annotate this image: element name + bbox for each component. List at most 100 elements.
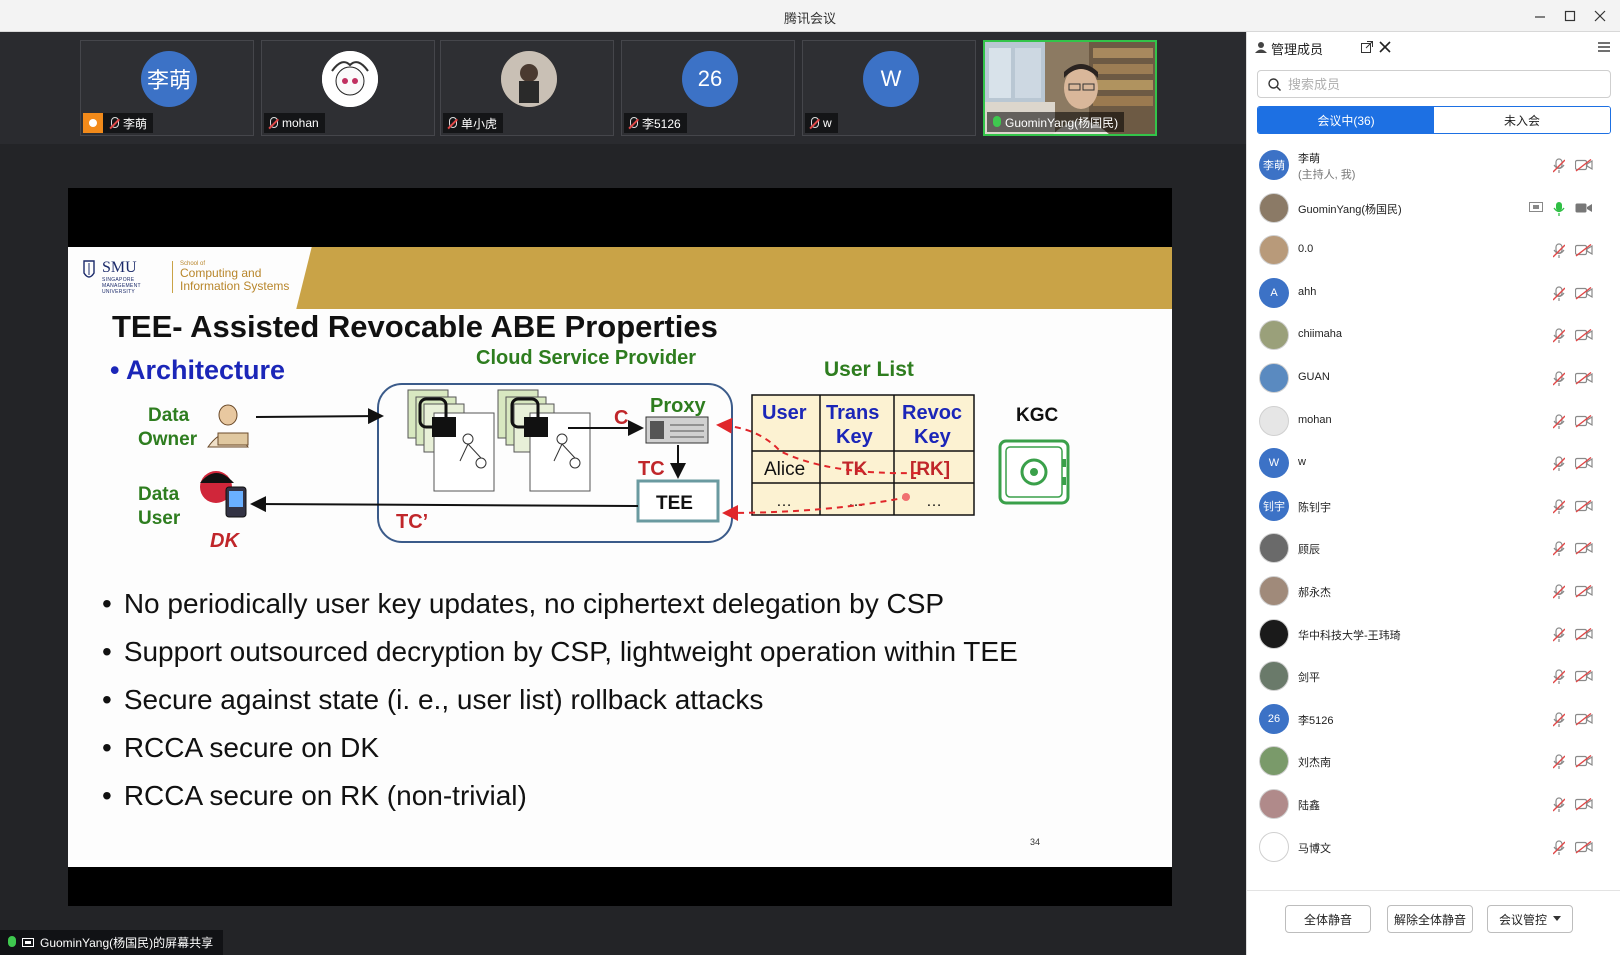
member-row[interactable]: 钊宇 陈钊宇: [1247, 485, 1620, 529]
camera-off-icon[interactable]: [1575, 840, 1593, 854]
mic-on-icon[interactable]: [1553, 201, 1565, 217]
camera-off-icon[interactable]: [1575, 414, 1593, 428]
camera-off-icon[interactable]: [1575, 329, 1593, 342]
member-row[interactable]: 华中科技大学-王玮琦: [1247, 613, 1620, 657]
member-row[interactable]: 26 李5126: [1247, 698, 1620, 742]
mic-muted-icon[interactable]: [1553, 456, 1565, 472]
tile-name: GuominYang(杨国民): [1005, 115, 1119, 130]
mic-muted-icon[interactable]: [1553, 626, 1565, 643]
camera-off-icon[interactable]: [1575, 499, 1593, 513]
avatar: [1259, 320, 1289, 351]
camera-off-icon[interactable]: [1575, 712, 1593, 726]
screen-share-icon: [22, 937, 34, 947]
mute-all-button[interactable]: 全体静音: [1285, 905, 1371, 933]
mic-muted-icon[interactable]: [1553, 584, 1565, 600]
video-tile[interactable]: 26 李5126: [621, 40, 795, 136]
mic-muted-icon[interactable]: [1553, 243, 1565, 259]
member-search[interactable]: [1257, 70, 1611, 98]
camera-on-icon[interactable]: [1575, 202, 1593, 215]
member-row[interactable]: 李萌 李萌 (主持人, 我): [1247, 144, 1620, 188]
popout-icon[interactable]: [1361, 41, 1373, 53]
video-tile[interactable]: W w: [802, 40, 976, 136]
mic-muted-icon[interactable]: [1553, 797, 1565, 813]
avatar: [1259, 405, 1289, 436]
member-row[interactable]: 马博文: [1247, 826, 1620, 870]
member-row[interactable]: 0.0: [1247, 229, 1620, 273]
mic-muted-icon[interactable]: [1553, 839, 1565, 856]
close-icon[interactable]: [1588, 4, 1612, 28]
member-row[interactable]: 刘杰南: [1247, 740, 1620, 784]
dk-label: DK: [210, 530, 240, 552]
member-row[interactable]: 顾辰: [1247, 527, 1620, 571]
member-name: 马博文: [1298, 842, 1331, 855]
member-row[interactable]: 郝永杰: [1247, 570, 1620, 614]
data-owner-label: Data: [148, 405, 190, 426]
mic-muted-icon[interactable]: [1553, 754, 1565, 770]
maximize-icon[interactable]: [1558, 4, 1582, 28]
tab-in-meeting[interactable]: 会议中(36): [1258, 107, 1434, 133]
tile-namebar: mohan: [264, 113, 325, 133]
member-row[interactable]: GUAN: [1247, 357, 1620, 401]
mic-muted-icon[interactable]: [1553, 328, 1565, 344]
share-status-bar[interactable]: GuominYang(杨国民)的屏幕共享: [0, 930, 224, 955]
camera-off-icon[interactable]: [1575, 755, 1593, 768]
mic-muted-icon[interactable]: [1553, 413, 1565, 430]
member-name: 华中科技大学-王玮琦: [1298, 629, 1401, 642]
member-name: 顾辰: [1298, 544, 1320, 557]
screen-share-area: SMU SINGAPORE MANAGEMENT UNIVERSITY Scho…: [0, 144, 1246, 955]
menu-icon[interactable]: [1597, 40, 1611, 54]
camera-off-icon[interactable]: [1575, 627, 1593, 641]
tab-not-joined[interactable]: 未入会: [1434, 107, 1610, 133]
ciphertext-stack-icon: [407, 389, 495, 492]
data-owner-icon: [207, 404, 249, 448]
unmute-all-button[interactable]: 解除全体静音: [1387, 905, 1473, 933]
mic-muted-icon[interactable]: [1553, 286, 1565, 302]
screen-share-icon: [1529, 201, 1543, 212]
panel-title: 管理成员: [1271, 42, 1324, 57]
mic-muted-icon[interactable]: [1553, 712, 1565, 728]
video-tile[interactable]: 李萌 李萌: [80, 40, 254, 136]
camera-off-icon[interactable]: [1575, 286, 1593, 300]
video-tile[interactable]: 单小虎: [440, 40, 614, 136]
data-owner-label: Owner: [138, 429, 198, 450]
data-user-label: User: [138, 508, 181, 529]
mic-muted-icon[interactable]: [1553, 499, 1565, 515]
minimize-icon[interactable]: [1528, 4, 1552, 28]
member-row[interactable]: 陆鑫: [1247, 783, 1620, 827]
window-title: 腾讯会议: [783, 11, 836, 26]
member-row[interactable]: mohan: [1247, 400, 1620, 444]
camera-off-icon[interactable]: [1575, 457, 1593, 470]
camera-off-icon[interactable]: [1575, 372, 1593, 385]
table-cell: …: [776, 493, 792, 510]
member-row[interactable]: Ww: [1247, 442, 1620, 486]
video-tile-active-speaker[interactable]: GuominYang(杨国民): [983, 40, 1157, 136]
table-header-revoc: Revoc: [902, 402, 962, 424]
camera-off-icon[interactable]: [1575, 670, 1593, 683]
member-name: 刘杰南: [1298, 757, 1331, 770]
camera-off-icon[interactable]: [1575, 585, 1593, 598]
member-name: 李5126: [1298, 714, 1334, 727]
close-panel-icon[interactable]: [1379, 41, 1391, 53]
c-label: C: [614, 407, 628, 429]
mic-muted-icon[interactable]: [1553, 158, 1565, 174]
member-row[interactable]: 剑平: [1247, 655, 1620, 699]
mic-muted-icon[interactable]: [1553, 371, 1565, 387]
chevron-down-icon: [1553, 916, 1561, 921]
avatar: [1259, 831, 1289, 862]
search-input[interactable]: [1288, 75, 1588, 93]
member-row[interactable]: GuominYang(杨国民): [1247, 187, 1620, 231]
camera-off-icon[interactable]: [1575, 244, 1593, 257]
camera-off-icon[interactable]: [1575, 159, 1593, 172]
camera-off-icon[interactable]: [1575, 542, 1593, 555]
mic-muted-icon[interactable]: [1553, 541, 1565, 557]
mic-muted-icon[interactable]: [1553, 669, 1565, 685]
mic-muted-icon: [809, 116, 819, 130]
video-tile[interactable]: mohan: [261, 40, 435, 136]
table-header-revoc: Key: [914, 426, 952, 448]
avatar: W: [1259, 448, 1289, 479]
member-row[interactable]: chiimaha: [1247, 314, 1620, 358]
member-row[interactable]: Aahh: [1247, 272, 1620, 316]
tile-namebar: 李萌: [83, 113, 154, 133]
camera-off-icon[interactable]: [1575, 798, 1593, 811]
meeting-control-button[interactable]: 会议管控: [1487, 905, 1573, 933]
